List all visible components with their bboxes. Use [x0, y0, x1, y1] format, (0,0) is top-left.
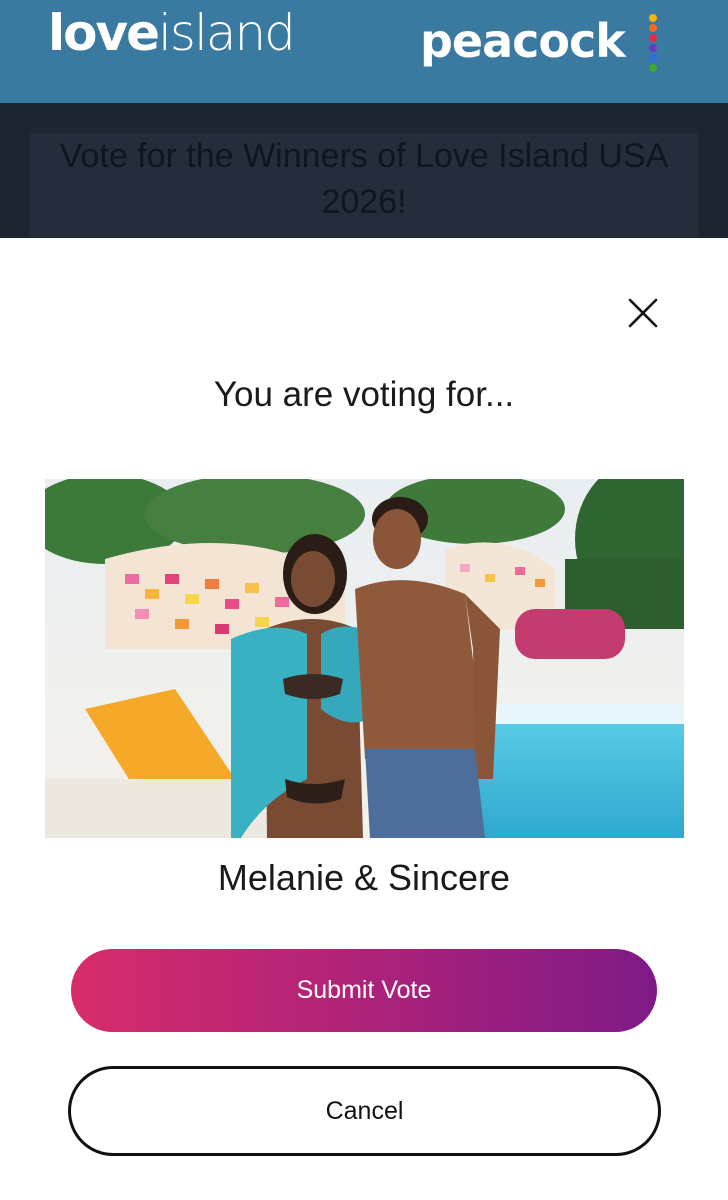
- logo-island-word: island: [158, 4, 296, 62]
- close-button[interactable]: [622, 292, 664, 334]
- voting-for-heading: You are voting for...: [213, 375, 515, 414]
- app-header: loveisland peacock: [0, 0, 728, 103]
- love-island-logo[interactable]: loveisland: [48, 0, 296, 68]
- couple-name: Melanie & Sincere: [217, 857, 511, 898]
- couple-photo-image: [45, 479, 684, 838]
- couple-photo: [45, 479, 684, 838]
- background-page: Vote for the Winners of Love Island USA …: [0, 103, 728, 263]
- submit-vote-button[interactable]: Submit Vote: [71, 949, 657, 1032]
- close-icon: [628, 298, 658, 328]
- peacock-dots-icon: [648, 14, 658, 76]
- peacock-logo[interactable]: peacock: [420, 10, 626, 72]
- cancel-button[interactable]: Cancel: [68, 1066, 661, 1156]
- page-title: Vote for the Winners of Love Island USA …: [59, 137, 669, 221]
- vote-confirmation-modal: You are voting for... Melanie & Sincere …: [0, 238, 728, 1200]
- logo-love-word: love: [48, 4, 160, 62]
